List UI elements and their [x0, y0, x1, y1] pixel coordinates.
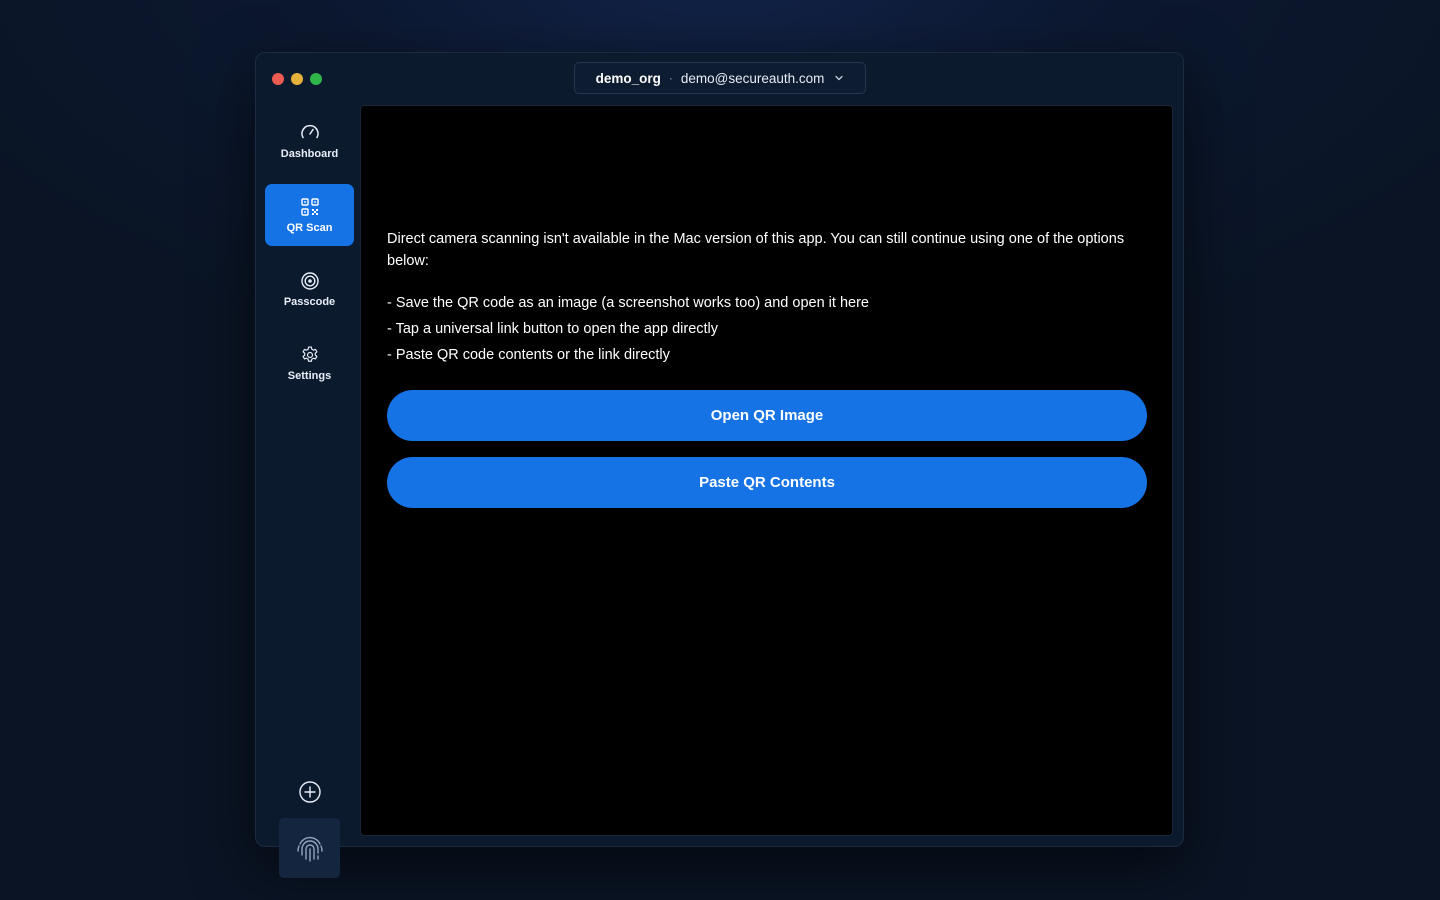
account-separator: · [668, 71, 673, 85]
list-item: - Save the QR code as an image (a screen… [387, 295, 869, 311]
sidebar-item-label: Passcode [283, 295, 336, 308]
window-controls [272, 73, 322, 85]
chevron-down-icon [835, 75, 844, 81]
open-qr-image-button[interactable]: Open QR Image [387, 390, 1147, 441]
sidebar-item-label: QR Scan [286, 221, 333, 234]
paste-qr-contents-button[interactable]: Paste QR Contents [387, 457, 1147, 508]
account-switcher[interactable]: demo_org · demo@secureauth.com [574, 62, 866, 94]
sidebar-item-passcode[interactable]: Passcode [265, 258, 354, 320]
account-email: demo@secureauth.com [680, 70, 825, 86]
fingerprint-icon [296, 836, 323, 862]
list-item: - Paste QR code contents or the link dir… [387, 347, 670, 363]
speedometer-icon [300, 124, 319, 138]
gear-icon [302, 346, 317, 362]
close-window-button[interactable] [272, 73, 284, 85]
zoom-window-button[interactable] [310, 73, 322, 85]
options-list: - Save the QR code as an image (a screen… [387, 290, 869, 368]
app-window: demo_org · demo@secureauth.com Dashboard [255, 52, 1184, 878]
sidebar-item-settings[interactable]: Settings [265, 332, 354, 394]
target-icon [300, 271, 319, 290]
list-item: - Tap a universal link button to open th… [387, 321, 719, 337]
minimize-window-button[interactable] [291, 73, 303, 85]
sidebar-item-dashboard[interactable]: Dashboard [265, 110, 354, 172]
sidebar: Dashboard QR Scan Passcode Settings [265, 105, 354, 878]
sidebar-item-qr-scan[interactable]: QR Scan [265, 184, 354, 246]
qr-code-icon [300, 197, 319, 216]
camera-unavailable-message: Direct camera scanning isn't available i… [387, 231, 1125, 269]
sidebar-item-label: Dashboard [280, 147, 339, 160]
qr-scan-panel: Direct camera scanning isn't available i… [360, 105, 1173, 836]
plus-circle-icon[interactable] [298, 780, 322, 804]
sidebar-item-label: Settings [287, 369, 332, 382]
org-name: demo_org [595, 70, 661, 86]
biometric-button[interactable] [279, 818, 340, 878]
